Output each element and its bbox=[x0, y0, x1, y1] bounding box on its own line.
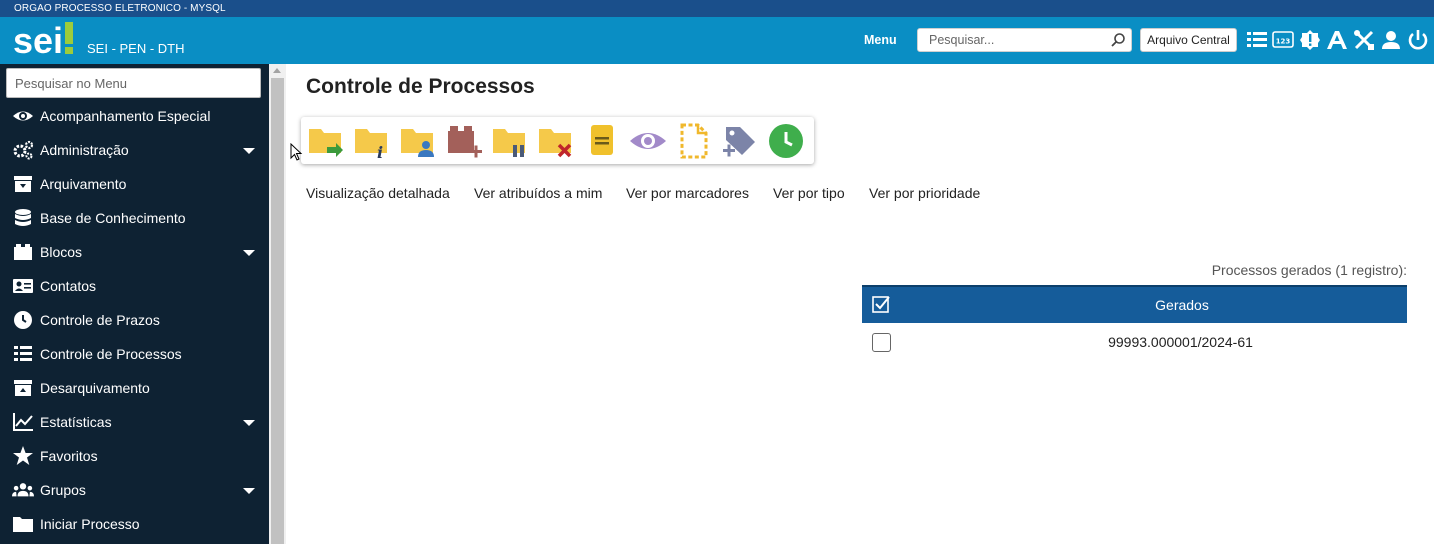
sidebar-item-label: Contatos bbox=[40, 278, 97, 294]
sidebar-item-label: Iniciar Processo bbox=[40, 516, 140, 532]
sidebar-item-label: Administração bbox=[40, 142, 129, 158]
sidebar-item-base-de-conhecimento[interactable]: Base de Conhecimento bbox=[0, 201, 269, 235]
sidebar-item-label: Controle de Processos bbox=[40, 346, 182, 362]
gears-icon bbox=[13, 140, 34, 160]
numbers-icon[interactable]: 123 bbox=[1272, 29, 1294, 51]
sidebar-menu: Acompanhamento Especial Administração Ar… bbox=[0, 64, 269, 544]
users-icon bbox=[12, 483, 34, 497]
search-icon[interactable] bbox=[1110, 32, 1126, 48]
user-icon[interactable] bbox=[1380, 29, 1402, 51]
sidebar-item-label: Favoritos bbox=[40, 448, 98, 464]
eye-icon bbox=[13, 111, 33, 121]
sobrestar-process-icon[interactable] bbox=[491, 123, 529, 159]
list-icon[interactable] bbox=[1246, 29, 1268, 51]
follow-up-icon[interactable] bbox=[629, 123, 667, 159]
sidebar-item-label: Grupos bbox=[40, 482, 86, 498]
sidebar-item-estatisticas[interactable]: Estatísticas bbox=[0, 405, 269, 439]
sidebar-item-desarquivamento[interactable]: Desarquivamento bbox=[0, 371, 269, 405]
power-icon[interactable] bbox=[1407, 29, 1429, 51]
sidebar-item-administracao[interactable]: Administração bbox=[0, 133, 269, 167]
global-search bbox=[917, 28, 1132, 52]
unarchive-icon bbox=[14, 380, 32, 396]
table-row: 99993.000001/2024-61 bbox=[862, 325, 1407, 359]
page-title: Controle de Processos bbox=[306, 75, 535, 98]
deadline-control-icon[interactable] bbox=[767, 123, 805, 159]
list-icon bbox=[14, 346, 32, 361]
table-caption: Processos gerados (1 registro): bbox=[1211, 262, 1407, 278]
sidebar-item-iniciar-processo[interactable]: Iniciar Processo bbox=[0, 507, 269, 541]
sidebar-item-blocos[interactable]: Blocos bbox=[0, 235, 269, 269]
alert-icon[interactable] bbox=[1299, 29, 1321, 51]
sei-logo[interactable]: sei bbox=[13, 20, 75, 60]
sidebar-item-favoritos[interactable]: Favoritos bbox=[0, 439, 269, 473]
process-toolbar: i bbox=[301, 117, 814, 164]
arquivo-central-button[interactable]: Arquivo Central bbox=[1140, 28, 1237, 52]
sidebar-item-label: Arquivamento bbox=[40, 176, 127, 192]
svg-text:sei: sei bbox=[13, 20, 63, 60]
sidebar-item-label: Controle de Prazos bbox=[40, 312, 160, 328]
chart-line-icon bbox=[13, 413, 33, 431]
add-to-block-icon[interactable] bbox=[445, 123, 483, 159]
process-info-icon[interactable]: i bbox=[353, 123, 391, 159]
tab-visualizacao-detalhada[interactable]: Visualização detalhada bbox=[306, 185, 450, 201]
environment-strip: ORGAO PROCESSO ELETRONICO - MYSQL bbox=[0, 0, 1434, 17]
header-bar: sei SEI - PEN - DTH Menu Arquivo Central… bbox=[0, 17, 1434, 64]
sidebar-item-arquivamento[interactable]: Arquivamento bbox=[0, 167, 269, 201]
tab-por-prioridade[interactable]: Ver por prioridade bbox=[869, 185, 980, 201]
scroll-thumb[interactable] bbox=[271, 78, 284, 544]
menu-search-input[interactable] bbox=[15, 69, 255, 97]
new-document-icon[interactable] bbox=[675, 123, 713, 159]
sidebar-item-label: Base de Conhecimento bbox=[40, 210, 186, 226]
font-size-icon[interactable] bbox=[1326, 29, 1348, 51]
menu-toggle-link[interactable]: Menu bbox=[864, 33, 897, 47]
menu-search bbox=[6, 68, 261, 98]
clock-icon bbox=[14, 311, 32, 329]
chevron-down-icon[interactable] bbox=[243, 420, 255, 426]
mouse-cursor-icon bbox=[290, 143, 303, 161]
assign-process-icon[interactable] bbox=[399, 123, 437, 159]
tools-icon[interactable] bbox=[1353, 29, 1375, 51]
system-name: SEI - PEN - DTH bbox=[87, 41, 185, 56]
annotation-icon[interactable] bbox=[583, 123, 621, 159]
contact-card-icon bbox=[13, 279, 33, 293]
svg-text:123: 123 bbox=[1276, 38, 1291, 46]
sidebar-item-label: Acompanhamento Especial bbox=[40, 108, 211, 124]
table-header: Gerados bbox=[862, 285, 1407, 323]
scroll-up-arrow[interactable] bbox=[273, 68, 281, 73]
column-header-gerados: Gerados bbox=[1155, 297, 1209, 313]
database-icon bbox=[15, 209, 31, 226]
folder-icon bbox=[13, 517, 33, 532]
sidebar-item-label: Desarquivamento bbox=[40, 380, 150, 396]
svg-text:i: i bbox=[377, 143, 383, 159]
add-marker-icon[interactable] bbox=[721, 123, 759, 159]
send-process-icon[interactable] bbox=[307, 123, 345, 159]
chevron-down-icon[interactable] bbox=[243, 148, 255, 154]
tab-por-marcadores[interactable]: Ver por marcadores bbox=[626, 185, 749, 201]
global-search-input[interactable] bbox=[929, 29, 1109, 51]
sidebar-scrollbar[interactable] bbox=[269, 64, 286, 544]
sidebar-item-controle-de-prazos[interactable]: Controle de Prazos bbox=[0, 303, 269, 337]
tab-por-tipo[interactable]: Ver por tipo bbox=[773, 185, 845, 201]
sidebar-item-grupos[interactable]: Grupos bbox=[0, 473, 269, 507]
sidebar-item-acompanhamento-especial[interactable]: Acompanhamento Especial bbox=[0, 99, 269, 133]
sidebar-item-contatos[interactable]: Contatos bbox=[0, 269, 269, 303]
chevron-down-icon[interactable] bbox=[243, 488, 255, 494]
close-process-icon[interactable] bbox=[537, 123, 575, 159]
process-number-link[interactable]: 99993.000001/2024-61 bbox=[862, 334, 1434, 350]
sidebar-item-controle-de-processos[interactable]: Controle de Processos bbox=[0, 337, 269, 371]
archive-icon bbox=[14, 176, 32, 192]
chevron-down-icon[interactable] bbox=[243, 250, 255, 256]
sidebar-item-label: Estatísticas bbox=[40, 414, 112, 430]
sidebar-item-label: Blocos bbox=[40, 244, 83, 260]
tab-atribuidos-a-mim[interactable]: Ver atribuídos a mim bbox=[474, 185, 602, 201]
star-icon bbox=[13, 446, 33, 465]
blocks-icon bbox=[14, 244, 32, 260]
